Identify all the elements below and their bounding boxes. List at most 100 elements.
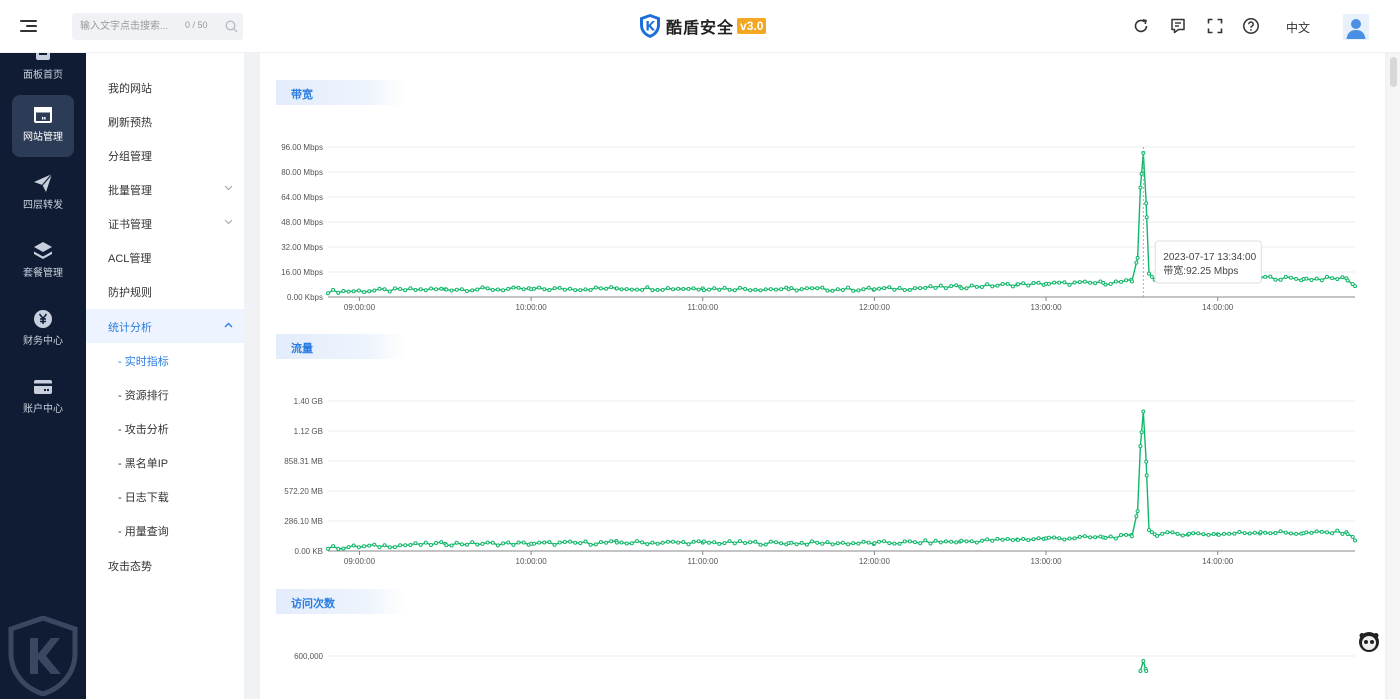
data-point bbox=[1139, 430, 1144, 435]
data-point bbox=[506, 540, 511, 545]
submenu-item-attack-analysis[interactable]: - 攻击分析 bbox=[86, 411, 244, 445]
data-point bbox=[418, 542, 423, 547]
menu-item-acl-manage[interactable]: ACL管理 bbox=[86, 240, 244, 274]
data-point bbox=[1273, 277, 1278, 282]
menu-item-batch-manage[interactable]: 批量管理 bbox=[86, 172, 244, 206]
data-point bbox=[459, 542, 464, 547]
data-point bbox=[521, 287, 526, 292]
y-tick-label: 600,000 bbox=[294, 652, 323, 661]
menu-toggle-icon[interactable] bbox=[20, 18, 37, 34]
data-point bbox=[604, 540, 609, 545]
data-point bbox=[537, 540, 542, 545]
message-icon[interactable] bbox=[1169, 17, 1187, 35]
data-point bbox=[1258, 530, 1263, 535]
data-point bbox=[856, 288, 861, 293]
sidebar-item-label: 网站管理 bbox=[23, 132, 63, 143]
data-point bbox=[362, 290, 366, 294]
sidebar-item-account[interactable]: 账户中心 bbox=[0, 367, 86, 429]
data-point bbox=[1206, 532, 1211, 537]
submenu-item-label: - 资源排行 bbox=[118, 390, 169, 402]
y-tick-label: 96.00 Mbps bbox=[281, 143, 323, 152]
menu-item-label: 我的网站 bbox=[108, 83, 152, 95]
submenu-item-blacklist-ip[interactable]: - 黑名单IP bbox=[86, 445, 244, 479]
submenu-item-resource-rank[interactable]: - 资源排行 bbox=[86, 377, 244, 411]
data-point bbox=[681, 540, 686, 544]
submenu-item-realtime[interactable]: - 实时指标 bbox=[86, 343, 244, 377]
data-point bbox=[856, 541, 861, 546]
data-point bbox=[665, 539, 670, 544]
data-point bbox=[964, 539, 969, 544]
data-point bbox=[387, 289, 392, 294]
traffic-chart-svg[interactable]: 0.00 KB 286.10 MB 572.20 MB 858.31 MB 1.12 G… bbox=[260, 389, 1385, 569]
version-badge: v3.0 bbox=[737, 18, 767, 34]
menu-item-cert-manage[interactable]: 证书管理 bbox=[86, 206, 244, 240]
data-point bbox=[449, 543, 454, 548]
submenu-item-usage-query[interactable]: - 用量查询 bbox=[86, 513, 244, 547]
data-point bbox=[495, 287, 500, 292]
sidebar-item-l4-forward[interactable]: 四层转发 bbox=[0, 163, 86, 225]
menu-item-stats-analysis[interactable]: 统计分析 bbox=[86, 309, 244, 343]
data-point bbox=[356, 288, 361, 293]
language-switch[interactable]: 中文 bbox=[1286, 19, 1310, 36]
data-point bbox=[398, 287, 403, 291]
sidebar-item-website[interactable]: 网站管理 bbox=[0, 95, 86, 157]
data-point bbox=[429, 543, 433, 547]
x-tick-label: 11:00:00 bbox=[687, 303, 718, 312]
data-point bbox=[1350, 534, 1355, 539]
bandwidth-chart-svg[interactable]: 0.00 Kbps 16.00 Mbps 32.00 Mbps 48.00 Mbps 6… bbox=[260, 135, 1385, 315]
help-icon[interactable] bbox=[1242, 17, 1260, 35]
data-point bbox=[835, 541, 840, 546]
section-title-text: 带宽 bbox=[291, 89, 313, 101]
menu-item-my-sites[interactable]: 我的网站 bbox=[86, 70, 244, 104]
menu-item-protect-rules[interactable]: 防护规则 bbox=[86, 274, 244, 308]
data-point bbox=[1273, 531, 1278, 535]
data-point bbox=[830, 542, 835, 547]
data-point bbox=[619, 540, 624, 545]
menu-item-group-manage[interactable]: 分组管理 bbox=[86, 138, 244, 172]
data-point bbox=[691, 539, 696, 544]
fullscreen-icon[interactable] bbox=[1206, 17, 1224, 35]
data-point bbox=[372, 288, 377, 293]
scrollbar-thumb[interactable] bbox=[1390, 57, 1397, 87]
sidebar-item-dashboard[interactable]: 面板首页 bbox=[0, 53, 86, 95]
data-point bbox=[959, 538, 964, 543]
refresh-icon[interactable] bbox=[1132, 17, 1150, 35]
section-title-text: 访问次数 bbox=[291, 598, 335, 610]
data-point bbox=[1141, 659, 1146, 663]
data-point bbox=[1227, 531, 1232, 536]
data-point bbox=[1093, 281, 1098, 286]
data-point bbox=[846, 542, 851, 547]
data-point bbox=[444, 543, 449, 548]
data-point bbox=[902, 288, 907, 292]
data-point bbox=[840, 288, 845, 292]
data-point bbox=[897, 541, 902, 546]
data-point bbox=[1155, 533, 1159, 538]
menu-item-refresh-preheat[interactable]: 刷新预热 bbox=[86, 104, 244, 138]
data-point bbox=[614, 286, 619, 291]
data-point bbox=[454, 287, 459, 292]
data-point bbox=[799, 287, 804, 292]
data-point bbox=[815, 540, 820, 545]
data-point bbox=[403, 543, 408, 548]
website-icon bbox=[34, 107, 52, 123]
sidebar-item-package[interactable]: 套餐管理 bbox=[0, 231, 86, 293]
data-point bbox=[1088, 535, 1093, 540]
data-point bbox=[830, 288, 835, 293]
main-scrollbar[interactable] bbox=[1387, 53, 1400, 699]
data-point bbox=[1138, 444, 1143, 449]
sidebar-item-label: 财务中心 bbox=[23, 336, 63, 347]
visits-chart-svg[interactable]: 500,000600,000 bbox=[260, 643, 1385, 699]
search-icon[interactable] bbox=[225, 20, 238, 33]
avatar[interactable] bbox=[1343, 14, 1369, 40]
data-point bbox=[398, 543, 403, 548]
search-input[interactable] bbox=[80, 17, 180, 36]
submenu-item-log-download[interactable]: - 日志下载 bbox=[86, 479, 244, 513]
data-point bbox=[495, 543, 500, 548]
sidebar-item-finance[interactable]: 财务中心 bbox=[0, 299, 86, 361]
assistant-bot-icon[interactable] bbox=[1358, 631, 1380, 653]
data-point bbox=[609, 539, 614, 544]
data-point bbox=[1082, 279, 1087, 284]
data-point bbox=[913, 540, 917, 545]
menu-item-attack-trend[interactable]: 攻击态势 bbox=[86, 548, 244, 582]
data-point bbox=[326, 546, 330, 551]
